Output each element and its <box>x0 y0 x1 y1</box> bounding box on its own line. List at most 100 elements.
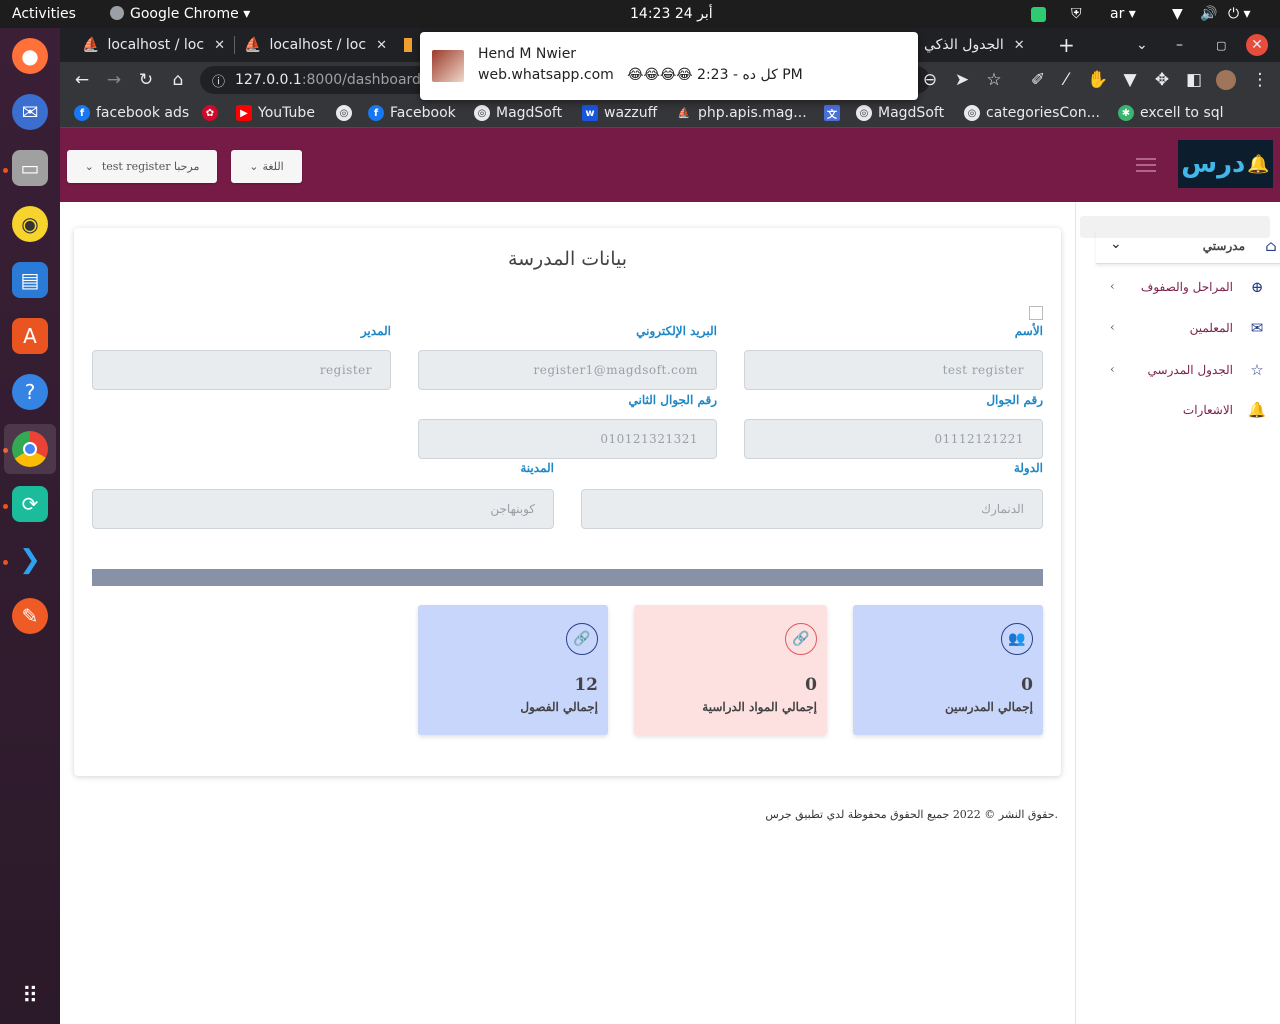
sidebar-item-notifications[interactable]: الاشعارات 🔔 <box>1096 394 1280 428</box>
extension-dropper-icon[interactable]: ⁄ <box>1052 62 1080 98</box>
bookmark-translate[interactable]: 文 <box>824 98 846 128</box>
bookmark-magdsoft-2[interactable]: ◎ MagdSoft <box>856 98 944 128</box>
home-icon[interactable]: ⌂ <box>164 62 192 98</box>
side-panel-icon[interactable]: ◧ <box>1180 62 1208 98</box>
extension-pen-icon[interactable]: ✐ <box>1024 62 1052 98</box>
city-field[interactable]: كوبنهاجن <box>92 489 554 529</box>
shield-tray-icon[interactable]: ⛨ <box>1071 0 1082 28</box>
logo[interactable]: درس 🔔 <box>1178 140 1273 188</box>
stat-card-teachers[interactable]: 👥 0 إجمالي المدرسين <box>853 605 1043 735</box>
tab-localhost-1[interactable]: ⛵ localhost / loc ✕ <box>74 28 234 62</box>
stat-card-classes[interactable]: 🔗 12 إجمالي الفصول <box>418 605 608 735</box>
tab-label: الجدول الذكي <box>924 37 1004 53</box>
volume-icon[interactable]: 🔊 <box>1200 0 1217 28</box>
writer-icon[interactable]: ▤ <box>12 262 48 298</box>
sidebar-item-label: الجدول المدرسي <box>1147 363 1233 377</box>
software-center-icon[interactable]: A <box>12 318 48 354</box>
help-icon[interactable]: ? <box>12 374 48 410</box>
excel-sql-icon: ✱ <box>1118 105 1134 121</box>
name-field[interactable]: test register <box>744 350 1043 390</box>
minimize-icon[interactable]: – <box>1168 28 1192 62</box>
rhythmbox-icon[interactable]: ◉ <box>12 206 48 242</box>
web-page: ⌄ مرحبا test register ⌄ اللغة درس 🔔 ⌄ مد… <box>60 128 1280 1024</box>
bookmark-huawei[interactable]: ✿ <box>202 98 224 128</box>
tab-partial[interactable] <box>396 28 420 62</box>
sync-tray-icon[interactable] <box>1031 0 1046 28</box>
new-tab-button[interactable]: + <box>1050 28 1080 62</box>
language-indicator: ar <box>1110 6 1125 22</box>
phone-field[interactable]: 01112121221 <box>744 419 1043 459</box>
stat-card-subjects[interactable]: 🔗 0 إجمالي المواد الدراسية <box>634 605 827 735</box>
bookmark-star-icon[interactable]: ☆ <box>980 62 1008 98</box>
bookmark-wazzuff[interactable]: w wazzuff <box>582 98 657 128</box>
reload-icon[interactable]: ↻ <box>132 62 160 98</box>
firefox-icon[interactable]: ● <box>12 38 48 74</box>
files-icon[interactable]: ▭ <box>12 150 48 186</box>
activities-button[interactable]: Activities <box>12 0 76 28</box>
bookmark-globe[interactable]: ◎ <box>336 98 358 128</box>
maximize-icon[interactable]: ▢ <box>1208 28 1232 62</box>
thunderbird-icon[interactable]: ✉ <box>12 94 48 130</box>
close-icon[interactable]: ✕ <box>214 38 225 53</box>
sidebar-item-teachers[interactable]: ‹ المعلمين ✉ <box>1096 312 1280 346</box>
back-icon[interactable]: ← <box>68 62 96 98</box>
show-apps-icon[interactable]: ⠿ <box>12 978 48 1014</box>
chrome-menu-icon[interactable]: ⋮ <box>1246 62 1274 98</box>
tab-smart-schedule[interactable]: الجدول الذكي ✕ <box>916 28 1046 62</box>
app-menu[interactable]: Google Chrome ▾ <box>110 0 250 28</box>
wuzzuf-icon: w <box>582 105 598 121</box>
sidebar-item-label: مدرستي <box>1202 239 1245 253</box>
bookmark-label: MagdSoft <box>496 105 563 121</box>
send-icon[interactable]: ➤ <box>948 62 976 98</box>
bookmark-magdsoft-1[interactable]: ◎ MagdSoft <box>474 98 562 128</box>
sidebar-item-stages[interactable]: ‹ المراحل والصفوف ⊕ <box>1096 271 1280 305</box>
bookmark-label: wazzuff <box>604 105 658 121</box>
bookmark-youtube[interactable]: ▶ YouTube <box>236 98 315 128</box>
forward-icon[interactable]: → <box>100 62 128 98</box>
zoom-icon[interactable]: ⊖ <box>916 62 944 98</box>
bookmark-excell-to-sql[interactable]: ✱ excell to sql <box>1118 98 1224 128</box>
bell-icon: 🔔 <box>1247 401 1267 419</box>
notification-body: web.whatsapp.com 😂😂😂😂 كل ده - 2:23 PM <box>478 67 803 83</box>
notification-message: 😂😂😂😂 كل ده - 2:23 PM <box>627 67 803 83</box>
bookmark-categories[interactable]: ◎ categoriesCon... <box>964 98 1100 128</box>
phone2-field[interactable]: 010121321321 <box>418 419 717 459</box>
window-close-icon[interactable]: ✕ <box>1246 34 1268 56</box>
hamburger-menu-icon[interactable] <box>1136 158 1156 172</box>
country-field[interactable]: الدنمارك <box>581 489 1043 529</box>
extension-vue-icon[interactable]: ▼ <box>1116 62 1144 98</box>
close-icon[interactable]: ✕ <box>376 38 387 53</box>
bookmark-label: excell to sql <box>1140 105 1224 121</box>
close-icon[interactable]: ✕ <box>1014 38 1025 53</box>
bookmark-label: Facebook <box>390 105 456 121</box>
stat-value: 0 <box>805 675 817 695</box>
postman-icon[interactable]: ✎ <box>12 598 48 634</box>
sidebar-item-my-school[interactable]: ⌄ مدرستي ⌂ <box>1096 230 1280 264</box>
email-field[interactable]: register1@magdsoft.com <box>418 350 717 390</box>
clock[interactable]: أبر 24 14:23 <box>630 0 713 28</box>
tab-search-icon[interactable]: ⌄ <box>1128 28 1152 62</box>
manager-field[interactable]: register <box>92 350 391 390</box>
user-menu-dropdown[interactable]: ⌄ مرحبا test register <box>67 150 217 183</box>
notification-popup[interactable]: Hend M Nwier web.whatsapp.com 😂😂😂😂 كل ده… <box>420 32 918 100</box>
sync-app-icon[interactable]: ⟳ <box>12 486 48 522</box>
wifi-icon[interactable]: ▼ <box>1172 0 1183 28</box>
chevron-down-icon: ⌄ <box>1110 236 1122 252</box>
chevron-left-icon: ‹ <box>1110 320 1115 334</box>
tab-localhost-2[interactable]: ⛵ localhost / loc ✕ <box>236 28 396 62</box>
sidebar-item-schedule[interactable]: ‹ الجدول المدرسي ☆ <box>1096 354 1280 388</box>
keyboard-language[interactable]: ar ▾ <box>1110 0 1136 28</box>
language-dropdown[interactable]: ⌄ اللغة <box>231 150 302 183</box>
bookmark-php-apis[interactable]: ⛵ php.apis.mag... <box>676 98 807 128</box>
chrome-icon[interactable] <box>12 431 48 467</box>
extension-hand-icon[interactable]: ✋ <box>1084 62 1112 98</box>
phpmyadmin-tab-icon: ⛵ <box>244 37 262 53</box>
bookmark-facebook-ads[interactable]: f facebook ads <box>74 98 189 128</box>
power-icon[interactable]: ⏻ ▾ <box>1228 0 1251 28</box>
profile-avatar[interactable] <box>1212 62 1240 98</box>
bookmark-facebook[interactable]: f Facebook <box>368 98 456 128</box>
vscode-icon[interactable]: ❯ <box>12 542 48 578</box>
extensions-puzzle-icon[interactable]: ✥ <box>1148 62 1176 98</box>
dock: ● ✉ ▭ ◉ ▤ A ? ⟳ ❯ ✎ ⠿ <box>0 28 60 1024</box>
tab-label: localhost / loc <box>107 37 205 53</box>
